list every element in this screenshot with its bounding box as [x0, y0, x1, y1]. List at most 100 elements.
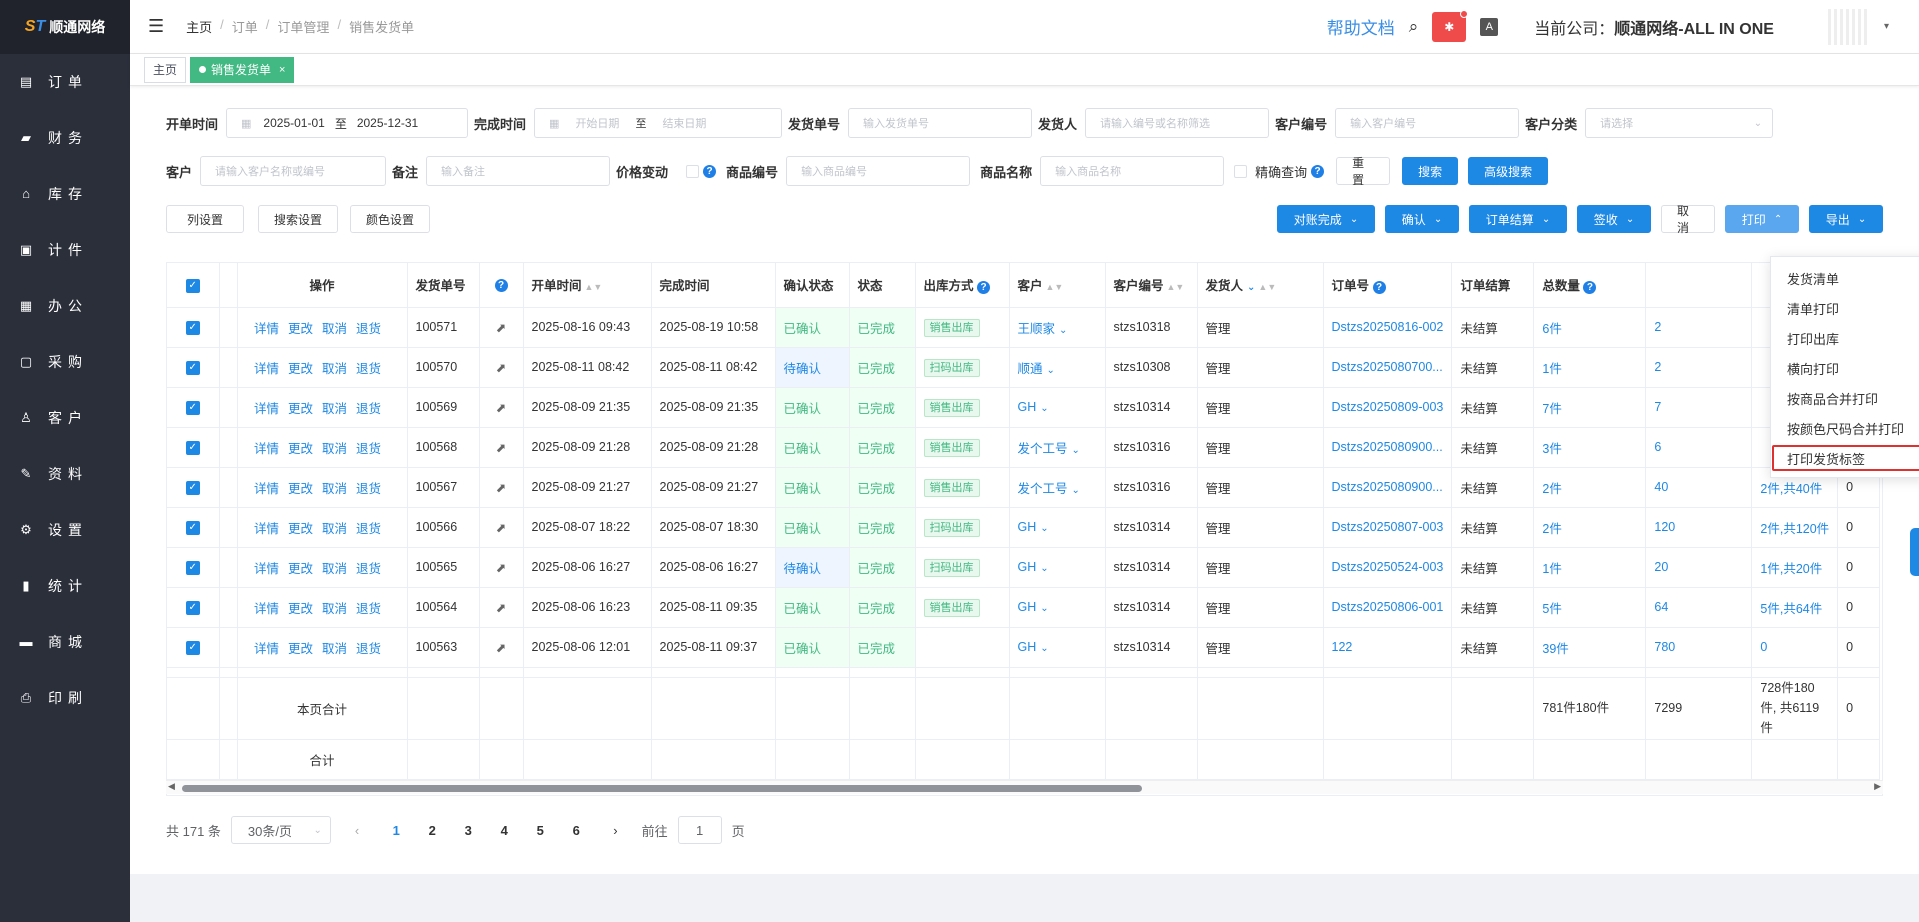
settle-button[interactable]: 订单结算 ⌄	[1469, 205, 1567, 233]
return-link[interactable]: 退货	[356, 402, 381, 416]
order-no-link[interactable]: Dstzs2025080900...	[1323, 427, 1453, 468]
table-row[interactable]: ✓ 详情 更改 取消 退货 100567 ⬈ 2025-08-09 21:27 202…	[167, 467, 1881, 508]
page-number[interactable]: 6	[563, 823, 589, 838]
reconcile-button[interactable]: 对账完成 ⌄	[1277, 205, 1375, 233]
avatar[interactable]	[1827, 8, 1870, 45]
order-no-link[interactable]: Dstzs20250807-003	[1323, 507, 1453, 548]
finish-date-range[interactable]: ▦ 开始日期至结束日期	[534, 108, 783, 138]
row-checkbox[interactable]: ✓	[185, 640, 200, 655]
goods-no-input[interactable]: 输入商品编号	[786, 156, 971, 186]
chevron-down-icon[interactable]: ▾	[1884, 21, 1889, 32]
tab-sales-shipment[interactable]: 销售发货单 ×	[190, 56, 295, 83]
total-qty-link[interactable]: 39件	[1533, 627, 1647, 668]
sort-icon[interactable]: ▲▼	[1258, 282, 1276, 292]
font-size-icon[interactable]: A	[1480, 17, 1499, 36]
reset-button[interactable]: 重置	[1336, 156, 1391, 187]
cancel-link[interactable]: 取消	[322, 602, 347, 616]
order-no-link[interactable]: Dstzs20250809-003	[1323, 387, 1453, 428]
help-icon[interactable]: ?	[1583, 281, 1597, 295]
print-menu-item[interactable]: 按颜色尺码合并打印	[1771, 413, 1919, 443]
qty-cell[interactable]: 7	[1645, 387, 1753, 428]
cust-no-input[interactable]: 输入客户编号	[1335, 108, 1520, 138]
qty-cell[interactable]: 20	[1645, 547, 1753, 588]
sidebar-item[interactable]: ⚙ 设置	[0, 502, 130, 558]
horizontal-scrollbar[interactable]: ◀ ▶	[166, 780, 1883, 794]
help-icon[interactable]: ?	[703, 164, 717, 178]
trend-chart-icon[interactable]: ⬈	[496, 401, 506, 415]
tab-home[interactable]: 主页	[144, 56, 187, 83]
trend-chart-icon[interactable]: ⬈	[496, 361, 506, 375]
trend-chart-icon[interactable]: ⬈	[496, 521, 506, 535]
page-number[interactable]: 3	[455, 823, 481, 838]
close-icon[interactable]: ×	[279, 64, 285, 76]
detail-link[interactable]: 详情	[254, 322, 279, 336]
search-button[interactable]: 搜索	[1402, 157, 1459, 185]
customer-cell[interactable]: 发个工号 ⌄	[1009, 427, 1106, 468]
print-menu-item[interactable]: 打印出库	[1771, 323, 1919, 353]
return-link[interactable]: 退货	[356, 642, 381, 656]
table-row[interactable]: ✓ 详情 更改 取消 退货 100570 ⬈ 2025-08-11 08:42 202…	[167, 347, 1881, 388]
total-qty-link[interactable]: 1件	[1533, 347, 1647, 388]
exact-query-checkbox[interactable]	[1234, 164, 1248, 178]
summary-cell[interactable]: 1件,共20件	[1751, 547, 1839, 588]
sidebar-item[interactable]: ✎ 资料	[0, 446, 130, 502]
detail-link[interactable]: 详情	[254, 562, 279, 576]
customer-input[interactable]: 请输入客户名称或编号	[200, 156, 387, 186]
return-link[interactable]: 退货	[356, 522, 381, 536]
cancel-link[interactable]: 取消	[322, 362, 347, 376]
shipper-input[interactable]: 请输入编号或名称筛选	[1085, 108, 1270, 138]
advanced-search-button[interactable]: 高级搜索	[1468, 157, 1549, 185]
sidebar-item[interactable]: ▰ 财务	[0, 110, 130, 166]
return-link[interactable]: 退货	[356, 322, 381, 336]
total-qty-link[interactable]: 5件	[1533, 587, 1647, 628]
qty-cell[interactable]: 40	[1645, 467, 1753, 508]
order-no-link[interactable]: Dstzs20250816-002	[1323, 307, 1453, 348]
customer-cell[interactable]: 顺通 ⌄	[1009, 347, 1106, 388]
qty-cell[interactable]: 2	[1645, 347, 1753, 388]
trend-chart-icon[interactable]: ⬈	[496, 321, 506, 335]
qty-cell[interactable]: 64	[1645, 587, 1753, 628]
return-link[interactable]: 退货	[356, 442, 381, 456]
sidebar-item[interactable]: ▮ 统计	[0, 558, 130, 614]
cancel-link[interactable]: 取消	[322, 322, 347, 336]
print-menu-item[interactable]: 打印发货标签	[1772, 445, 1919, 471]
trend-chart-icon[interactable]: ⬈	[496, 561, 506, 575]
goto-page-input[interactable]: 1	[677, 816, 722, 844]
trend-chart-icon[interactable]: ⬈	[496, 641, 506, 655]
sidebar-item[interactable]: ▤ 订单	[0, 54, 130, 110]
summary-cell[interactable]: 2件,共120件	[1751, 507, 1839, 548]
sort-icon[interactable]: ▲▼	[1167, 282, 1185, 292]
row-checkbox[interactable]: ✓	[185, 600, 200, 615]
modify-link[interactable]: 更改	[288, 562, 313, 576]
order-no-link[interactable]: 122	[1323, 627, 1453, 668]
customer-cell[interactable]: GH ⌄	[1009, 387, 1106, 428]
table-row[interactable]: ✓ 详情 更改 取消 退货 100571 ⬈ 2025-08-16 09:43 202…	[167, 307, 1881, 348]
table-row[interactable]: ✓ 详情 更改 取消 退货 100568 ⬈ 2025-08-09 21:28 202…	[167, 427, 1881, 468]
row-checkbox[interactable]: ✓	[185, 560, 200, 575]
trend-chart-icon[interactable]: ⬈	[496, 601, 506, 615]
summary-cell[interactable]: 5件,共64件	[1751, 587, 1839, 628]
cancel-link[interactable]: 取消	[322, 522, 347, 536]
return-link[interactable]: 退货	[356, 562, 381, 576]
modify-link[interactable]: 更改	[288, 442, 313, 456]
customer-cell[interactable]: GH ⌄	[1009, 507, 1106, 548]
qty-cell[interactable]: 6	[1645, 427, 1753, 468]
total-qty-link[interactable]: 7件	[1533, 387, 1647, 428]
order-no-link[interactable]: Dstzs20250524-003	[1323, 547, 1453, 588]
search-settings-button[interactable]: 搜索设置	[258, 205, 338, 233]
bug-icon[interactable]: ✱	[1432, 9, 1469, 42]
sidebar-item[interactable]: ♙ 客户	[0, 390, 130, 446]
hamburger-icon[interactable]: ☰	[148, 16, 164, 37]
detail-link[interactable]: 详情	[254, 362, 279, 376]
detail-link[interactable]: 详情	[254, 602, 279, 616]
page-number[interactable]: 5	[527, 823, 553, 838]
cancel-link[interactable]: 取消	[322, 442, 347, 456]
return-link[interactable]: 退货	[356, 482, 381, 496]
customer-cell[interactable]: 发个工号 ⌄	[1009, 467, 1106, 508]
detail-link[interactable]: 详情	[254, 522, 279, 536]
customer-cell[interactable]: GH ⌄	[1009, 627, 1106, 668]
page-size-select[interactable]: 30条/页 ⌄	[230, 816, 331, 844]
sidebar-item[interactable]: ▦ 办公	[0, 278, 130, 334]
cust-cat-select[interactable]: 请选择 ⌄	[1585, 108, 1774, 138]
floating-handle[interactable]	[1910, 528, 1919, 576]
